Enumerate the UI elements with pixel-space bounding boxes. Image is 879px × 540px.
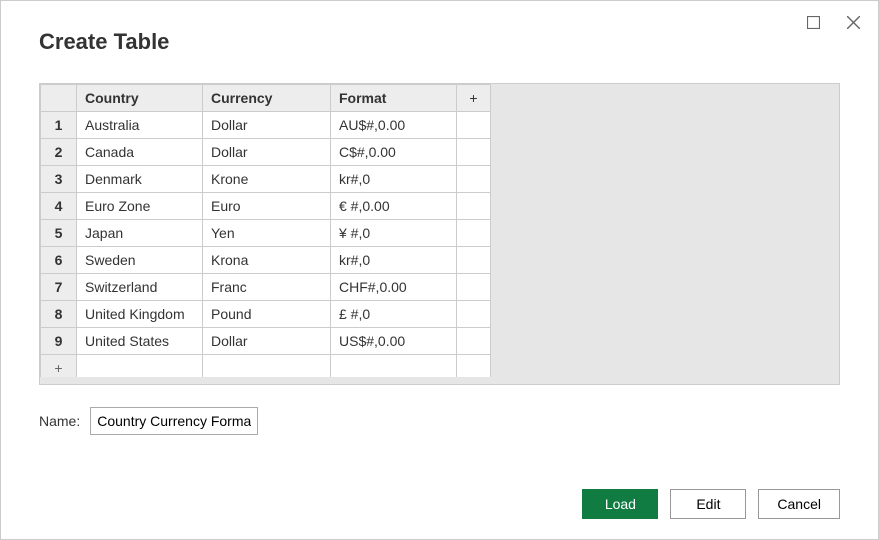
row-number[interactable]: 8 <box>41 301 77 328</box>
cell-blank[interactable] <box>457 274 491 301</box>
data-table[interactable]: Country Currency Format + 1AustraliaDoll… <box>40 84 491 382</box>
window-controls <box>804 13 862 31</box>
table-row[interactable]: 6SwedenKronakr#,0 <box>41 247 491 274</box>
create-table-dialog: Create Table Country Currency Format + 1… <box>0 0 879 540</box>
cell-currency[interactable]: Krona <box>203 247 331 274</box>
cell-currency[interactable]: Dollar <box>203 139 331 166</box>
cell-currency[interactable]: Dollar <box>203 328 331 355</box>
row-number[interactable]: 3 <box>41 166 77 193</box>
cell-country[interactable]: Euro Zone <box>77 193 203 220</box>
name-row: Name: <box>39 407 840 435</box>
load-button[interactable]: Load <box>582 489 658 519</box>
cell-blank[interactable] <box>457 247 491 274</box>
cell-blank[interactable] <box>457 220 491 247</box>
table-row[interactable]: 1AustraliaDollarAU$#,0.00 <box>41 112 491 139</box>
column-header-country[interactable]: Country <box>77 85 203 112</box>
cell-country[interactable]: Canada <box>77 139 203 166</box>
column-header-format[interactable]: Format <box>331 85 457 112</box>
name-input[interactable] <box>90 407 258 435</box>
cell-currency[interactable]: Yen <box>203 220 331 247</box>
cancel-button[interactable]: Cancel <box>758 489 840 519</box>
row-header-blank[interactable] <box>41 85 77 112</box>
cell-blank[interactable] <box>457 328 491 355</box>
table-row[interactable]: 5JapanYen¥ #,0 <box>41 220 491 247</box>
row-number[interactable]: 2 <box>41 139 77 166</box>
row-number[interactable]: 5 <box>41 220 77 247</box>
cell-currency[interactable]: Euro <box>203 193 331 220</box>
cell-currency[interactable]: Franc <box>203 274 331 301</box>
cell-currency[interactable]: Pound <box>203 301 331 328</box>
table-row[interactable]: 9United StatesDollarUS$#,0.00 <box>41 328 491 355</box>
table-row[interactable]: 8United KingdomPound£ #,0 <box>41 301 491 328</box>
cell-format[interactable]: kr#,0 <box>331 166 457 193</box>
maximize-icon[interactable] <box>804 13 822 31</box>
cell-blank[interactable] <box>457 166 491 193</box>
close-icon[interactable] <box>844 13 862 31</box>
cell-country[interactable]: Denmark <box>77 166 203 193</box>
cell-blank[interactable] <box>457 112 491 139</box>
edit-button[interactable]: Edit <box>670 489 746 519</box>
cell-country[interactable]: Japan <box>77 220 203 247</box>
cell-format[interactable]: kr#,0 <box>331 247 457 274</box>
cell-currency[interactable]: Krone <box>203 166 331 193</box>
table-row[interactable]: 3DenmarkKronekr#,0 <box>41 166 491 193</box>
dialog-buttons: Load Edit Cancel <box>582 489 840 519</box>
cell-format[interactable]: C$#,0.00 <box>331 139 457 166</box>
cell-country[interactable]: United States <box>77 328 203 355</box>
column-header-currency[interactable]: Currency <box>203 85 331 112</box>
dialog-title: Create Table <box>39 29 840 55</box>
header-row: Country Currency Format + <box>41 85 491 112</box>
add-column-button[interactable]: + <box>457 85 491 112</box>
row-number[interactable]: 4 <box>41 193 77 220</box>
cell-format[interactable]: US$#,0.00 <box>331 328 457 355</box>
table-row[interactable]: 4Euro ZoneEuro€ #,0.00 <box>41 193 491 220</box>
cell-country[interactable]: Sweden <box>77 247 203 274</box>
cell-country[interactable]: United Kingdom <box>77 301 203 328</box>
cell-currency[interactable]: Dollar <box>203 112 331 139</box>
table-grid-area: Country Currency Format + 1AustraliaDoll… <box>39 83 840 385</box>
row-number[interactable]: 9 <box>41 328 77 355</box>
row-number[interactable]: 6 <box>41 247 77 274</box>
cell-country[interactable]: Australia <box>77 112 203 139</box>
row-number[interactable]: 7 <box>41 274 77 301</box>
cell-format[interactable]: € #,0.00 <box>331 193 457 220</box>
cell-country[interactable]: Switzerland <box>77 274 203 301</box>
cell-blank[interactable] <box>457 139 491 166</box>
cell-format[interactable]: CHF#,0.00 <box>331 274 457 301</box>
table-row[interactable]: 7SwitzerlandFrancCHF#,0.00 <box>41 274 491 301</box>
cell-blank[interactable] <box>457 301 491 328</box>
cell-format[interactable]: £ #,0 <box>331 301 457 328</box>
table-row[interactable]: 2CanadaDollarC$#,0.00 <box>41 139 491 166</box>
cell-format[interactable]: ¥ #,0 <box>331 220 457 247</box>
cell-format[interactable]: AU$#,0.00 <box>331 112 457 139</box>
name-label: Name: <box>39 413 80 429</box>
row-number[interactable]: 1 <box>41 112 77 139</box>
cell-blank[interactable] <box>457 193 491 220</box>
horizontal-scrollbar[interactable] <box>40 377 839 384</box>
